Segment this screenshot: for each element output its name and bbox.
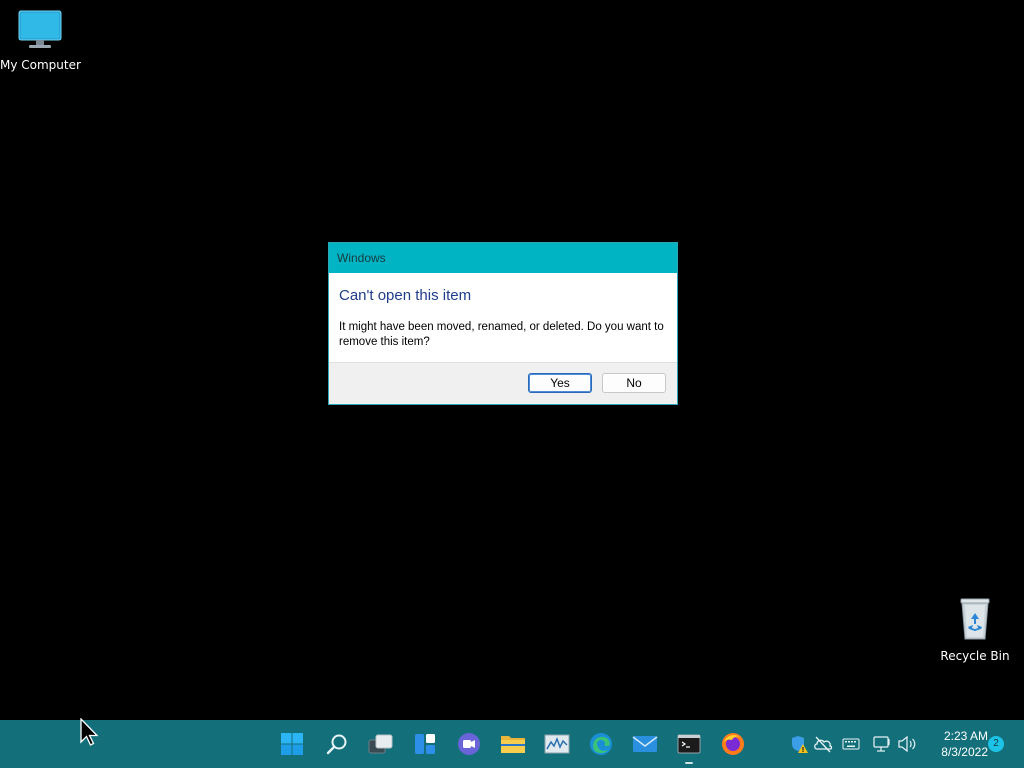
firefox-button[interactable]	[717, 728, 749, 760]
desktop-icon-recycle-bin[interactable]: Recycle Bin	[935, 597, 1015, 663]
notification-badge[interactable]: 2	[988, 736, 1004, 752]
onedrive-off-icon	[814, 736, 833, 753]
terminal-icon	[677, 734, 701, 754]
keyboard-icon	[842, 738, 860, 750]
mail-button[interactable]	[629, 728, 661, 760]
chat-icon	[458, 733, 480, 755]
network-tray-button[interactable]	[872, 734, 892, 754]
dialog-message: It might have been moved, renamed, or de…	[339, 321, 664, 348]
recycle-bin-icon	[960, 598, 990, 640]
folder-icon	[501, 736, 525, 753]
error-dialog: Windows Can't open this item It might ha…	[328, 242, 678, 405]
dialog-footer: Yes No	[329, 362, 677, 404]
onedrive-tray-button[interactable]	[813, 734, 833, 754]
windows-start-icon	[281, 733, 303, 755]
edge-icon	[590, 733, 612, 755]
network-icon	[873, 736, 890, 752]
file-explorer-button[interactable]	[497, 728, 529, 760]
desktop-icon-my-computer[interactable]: My Computer	[0, 10, 81, 72]
security-warning-icon	[792, 736, 808, 753]
start-button[interactable]	[276, 728, 308, 760]
clock-time: 2:23 AM	[943, 729, 988, 743]
chat-button[interactable]	[453, 728, 485, 760]
dialog-heading: Can't open this item	[339, 287, 472, 304]
taskbar: 2:23 AM 8/3/2022 2	[0, 720, 1024, 768]
resource-monitor-button[interactable]	[541, 728, 573, 760]
clock-date: 8/3/2022	[941, 745, 988, 759]
firefox-icon	[722, 733, 744, 755]
running-indicator	[685, 762, 693, 764]
search-icon	[326, 734, 347, 755]
volume-icon	[898, 735, 916, 753]
edge-button[interactable]	[585, 728, 617, 760]
search-button[interactable]	[321, 728, 353, 760]
task-view-button[interactable]	[365, 728, 397, 760]
task-view-icon	[368, 734, 393, 754]
resource-monitor-icon	[544, 734, 570, 754]
keyboard-tray-button[interactable]	[841, 734, 861, 754]
terminal-button[interactable]	[673, 728, 705, 764]
dialog-title[interactable]: Windows	[329, 243, 677, 273]
no-button[interactable]: No	[602, 373, 666, 393]
widgets-button[interactable]	[409, 728, 441, 760]
yes-button[interactable]: Yes	[528, 373, 592, 393]
desktop: My Computer Recycle Bin Windows Can't op…	[0, 0, 1024, 720]
monitor-icon	[18, 10, 62, 48]
clock[interactable]: 2:23 AM 8/3/2022	[924, 728, 988, 760]
desktop-icon-label: Recycle Bin	[940, 649, 1010, 663]
mail-icon	[632, 736, 658, 752]
widgets-icon	[415, 734, 435, 754]
volume-tray-button[interactable]	[897, 734, 917, 754]
desktop-icon-label: My Computer	[0, 58, 81, 72]
security-warning-tray-button[interactable]	[789, 734, 809, 754]
